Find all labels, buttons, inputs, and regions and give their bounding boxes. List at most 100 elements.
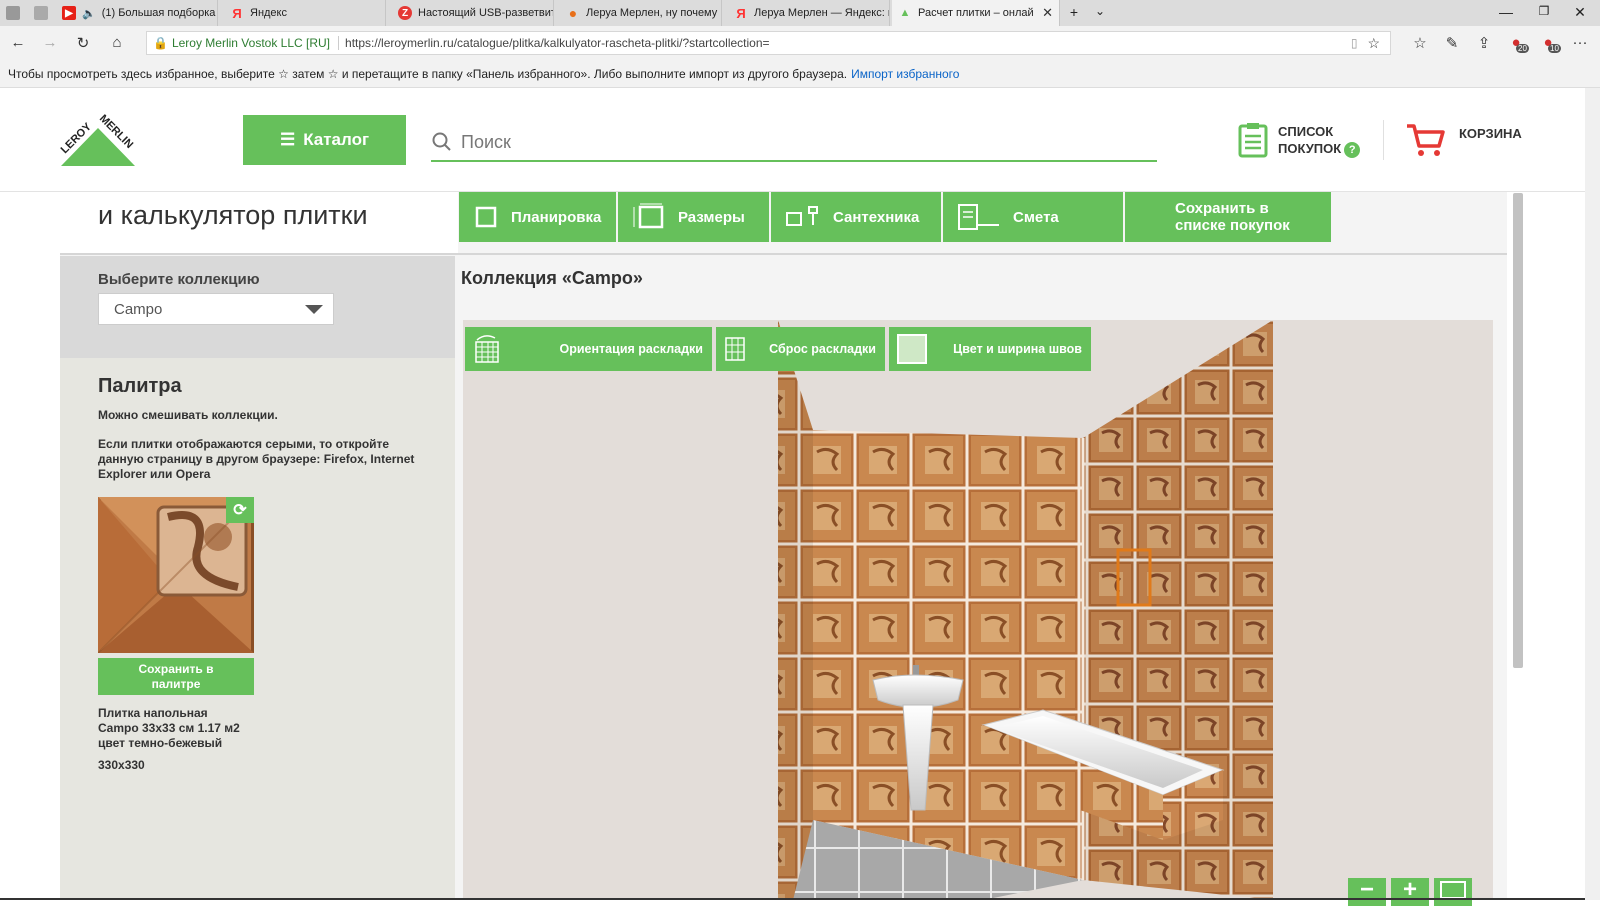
- search-icon: [432, 132, 451, 151]
- orientation-icon: [475, 335, 499, 363]
- button-label: Ориентация раскладки: [559, 342, 703, 356]
- tab-label: Сантехника: [833, 208, 920, 226]
- site-identity[interactable]: Leroy Merlin Vostok LLC [RU]: [172, 36, 340, 50]
- chevron-down-icon: [305, 305, 323, 314]
- tab-label: Смета: [1013, 208, 1059, 226]
- shopping-list-label: СПИСОК: [1278, 123, 1334, 139]
- url-field[interactable]: 🔒 Leroy Merlin Vostok LLC [RU] https://l…: [146, 31, 1391, 55]
- collection-title: Коллекция «Campo»: [461, 268, 643, 288]
- tab-dimensions[interactable]: Размеры: [618, 192, 769, 242]
- layout-orientation-button[interactable]: Ориентация раскладки: [465, 327, 712, 371]
- tab-tile-calculator[interactable]: ▲ Расчет плитки – онлай ✕: [892, 0, 1060, 26]
- collection-label: Выберите коллекцию: [98, 271, 260, 288]
- import-favorites-link[interactable]: Импорт избранного: [851, 67, 959, 81]
- tile-name-line: Campo 33x33 см 1.17 м2: [98, 721, 240, 735]
- zoom-controls: − +: [1348, 878, 1472, 906]
- favorites-bar: Чтобы просмотреть здесь избранное, выбер…: [0, 60, 1600, 88]
- refresh-tile-button[interactable]: ⟳: [226, 497, 254, 523]
- yandex-icon: Я: [232, 5, 242, 21]
- fit-icon: [1440, 881, 1466, 899]
- tile-size: 330x330: [98, 758, 145, 772]
- help-icon[interactable]: ?: [1344, 141, 1361, 158]
- favorites-hub-icon[interactable]: ☆: [1410, 34, 1430, 52]
- web-note-icon[interactable]: ✎: [1442, 34, 1462, 52]
- forward-button[interactable]: →: [40, 34, 60, 51]
- tab-youtube[interactable]: ▶ 🔈 (1) Большая подборка: [56, 0, 218, 26]
- tab-plumbing[interactable]: Сантехника: [771, 192, 941, 242]
- cart-label: КОРЗИНА: [1459, 126, 1522, 141]
- tab-usb-hub[interactable]: Z Настоящий USB-разветвит: [392, 0, 554, 26]
- zen-icon: Z: [398, 6, 412, 20]
- tab-leroy-question[interactable]: ● Леруа Мерлен, ну почему: [560, 0, 722, 26]
- tab-label: Расчет плитки – онлай: [918, 7, 1034, 19]
- close-window-button[interactable]: ✕: [1570, 4, 1590, 21]
- audio-icon: 🔈: [82, 7, 96, 20]
- firefox-icon: ●: [568, 5, 578, 21]
- fit-view-button[interactable]: [1434, 878, 1472, 906]
- tab-layout[interactable]: Планировка: [459, 192, 616, 242]
- site-header: LEROY MERLIN ☰ Каталог СПИСОК ПОКУПОК?: [0, 88, 1585, 192]
- address-bar: ← → ↻ ⌂ 🔒 Leroy Merlin Vostok LLC [RU] h…: [0, 26, 1600, 60]
- minimize-button[interactable]: —: [1496, 4, 1516, 20]
- tile-name-line: цвет темно-бежевый: [98, 736, 223, 750]
- yandex-search-icon: Я: [736, 5, 746, 21]
- tab-label: Сохранить в: [1175, 200, 1269, 217]
- calculator-tabs: Планировка Размеры Сантехника Смета Сохр…: [459, 192, 1331, 242]
- back-button[interactable]: ←: [8, 34, 28, 51]
- room-render: [778, 320, 1273, 900]
- new-tab-button[interactable]: +: [1064, 4, 1084, 20]
- seam-color-width-button[interactable]: Цвет и ширина швов: [889, 327, 1091, 371]
- more-menu-icon[interactable]: ···: [1570, 34, 1590, 51]
- reset-layout-button[interactable]: Сброс раскладки: [716, 327, 885, 371]
- search-box: [431, 124, 1157, 162]
- favorite-star-icon[interactable]: ☆: [1367, 35, 1380, 52]
- app-title: и калькулятор плитки: [98, 200, 368, 230]
- cart-link[interactable]: КОРЗИНА: [1405, 122, 1522, 158]
- close-tab-icon[interactable]: ✕: [1042, 5, 1053, 21]
- refresh-button[interactable]: ↻: [73, 34, 93, 52]
- url-text[interactable]: https://leroymerlin.ru/catalogue/plitka/…: [339, 36, 770, 50]
- page-scrollbar[interactable]: [1585, 88, 1600, 900]
- catalog-button[interactable]: ☰ Каталог: [243, 115, 406, 165]
- layout-toolbar: Ориентация раскладки Сброс раскладки Цве…: [465, 327, 1091, 371]
- tile-name-line: Плитка напольная: [98, 706, 208, 720]
- save-to-palette-button[interactable]: Сохранить в палитре: [98, 658, 254, 695]
- reading-view-icon[interactable]: ▯: [1351, 36, 1358, 50]
- tab-label: Леруа Мерлен, ну почему: [586, 7, 718, 19]
- tab-yandex[interactable]: Я Яндекс: [224, 0, 386, 26]
- tab-yandex-search[interactable]: Я Леруа Мерлен — Яндекс: н: [728, 0, 890, 26]
- leroy-icon: ▲: [899, 7, 911, 19]
- extension-badge: 10: [1548, 44, 1561, 53]
- plumbing-icon: [786, 206, 818, 226]
- zoom-out-button[interactable]: −: [1348, 878, 1386, 906]
- restore-button[interactable]: ❐: [1534, 4, 1554, 18]
- palette-title: Палитра: [98, 375, 182, 397]
- home-button[interactable]: ⌂: [107, 34, 127, 51]
- palette-browser-note: Если плитки отображаются серыми, то откр…: [98, 437, 415, 481]
- tab-label: (1) Большая подборка: [101, 7, 216, 19]
- app-scrollbar-thumb[interactable]: [1513, 193, 1523, 668]
- tab-label: Яндекс: [250, 7, 287, 19]
- tab-estimate[interactable]: Смета: [943, 192, 1123, 242]
- 3d-room-viewport[interactable]: [463, 320, 1493, 900]
- leroy-merlin-logo[interactable]: LEROY MERLIN: [55, 110, 141, 170]
- search-input[interactable]: [461, 131, 1141, 153]
- share-icon[interactable]: ⇪: [1474, 34, 1494, 52]
- clipboard-icon: [1238, 123, 1268, 158]
- shopping-list-link[interactable]: СПИСОК ПОКУПОК?: [1238, 122, 1361, 158]
- zoom-in-button[interactable]: +: [1391, 878, 1429, 906]
- estimate-icon: [958, 204, 999, 230]
- collection-select[interactable]: Campo: [98, 293, 334, 325]
- dimensions-icon: [633, 203, 664, 229]
- collection-value: Campo: [114, 300, 163, 318]
- catalog-label: Каталог: [303, 130, 370, 149]
- tab-manager-button[interactable]: [0, 0, 26, 26]
- save-to-shopping-list-button[interactable]: Сохранить в списке покупок: [1125, 192, 1331, 242]
- tab-preview-button[interactable]: [28, 0, 54, 26]
- youtube-icon: ▶: [62, 6, 76, 20]
- layout-icon: [475, 206, 497, 228]
- seam-color-icon: [897, 334, 927, 364]
- favorites-hint: Чтобы просмотреть здесь избранное, выбер…: [8, 66, 848, 81]
- tab-manager-icon: [6, 6, 20, 20]
- tab-list-button[interactable]: ⌄: [1090, 4, 1110, 18]
